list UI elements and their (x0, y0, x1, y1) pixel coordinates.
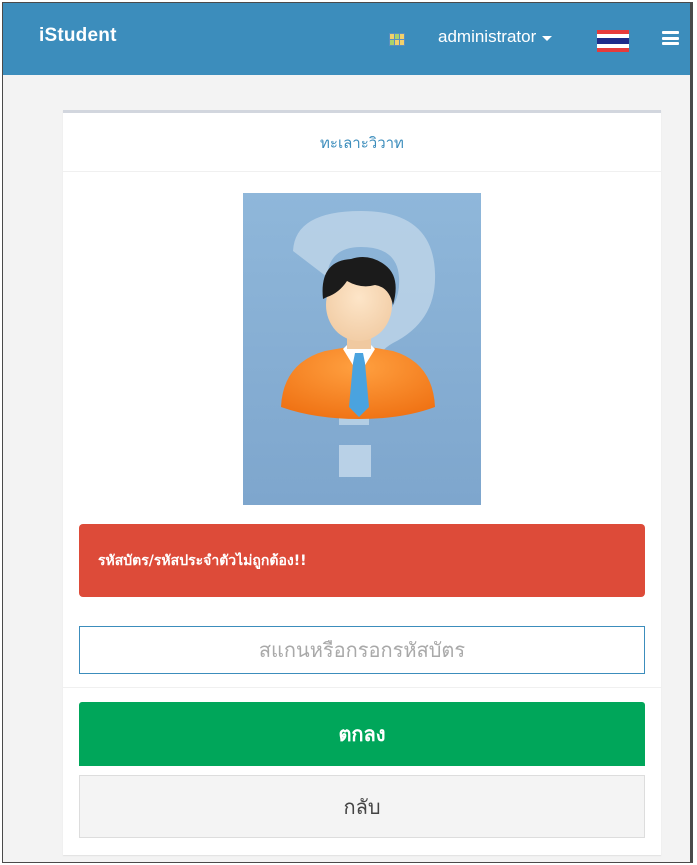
ok-button-label: ตกลง (338, 722, 386, 746)
error-alert: รหัสบัตร/รหัสประจำตัวไม่ถูกต้อง!! (79, 524, 645, 597)
incident-card: ทะเลาะวิวาท รหัสบัตร/รหัสประจำตัวไม่ถูกต… (63, 110, 661, 855)
back-button-label: กลับ (343, 794, 381, 819)
thailand-flag-icon[interactable] (597, 30, 629, 52)
top-navbar: iStudent administrator (3, 3, 690, 75)
user-menu-label: administrator (438, 27, 537, 46)
caret-down-icon (542, 35, 553, 41)
card-header: ทะเลาะวิวาท (63, 113, 661, 172)
card-id-input[interactable] (79, 626, 645, 674)
card-title: ทะเลาะวิวาท (320, 134, 404, 152)
brand-logo[interactable]: iStudent (39, 25, 117, 47)
app-window: iStudent administrator ทะเลาะวิวาท รหัสบ… (2, 2, 693, 863)
user-menu[interactable]: administrator (438, 27, 553, 47)
hamburger-menu-icon[interactable] (662, 31, 679, 45)
back-button[interactable]: กลับ (79, 775, 645, 838)
ok-button[interactable]: ตกลง (79, 702, 645, 766)
divider (63, 687, 661, 688)
unknown-student-photo (243, 193, 481, 505)
apps-grid-icon[interactable] (389, 33, 405, 46)
